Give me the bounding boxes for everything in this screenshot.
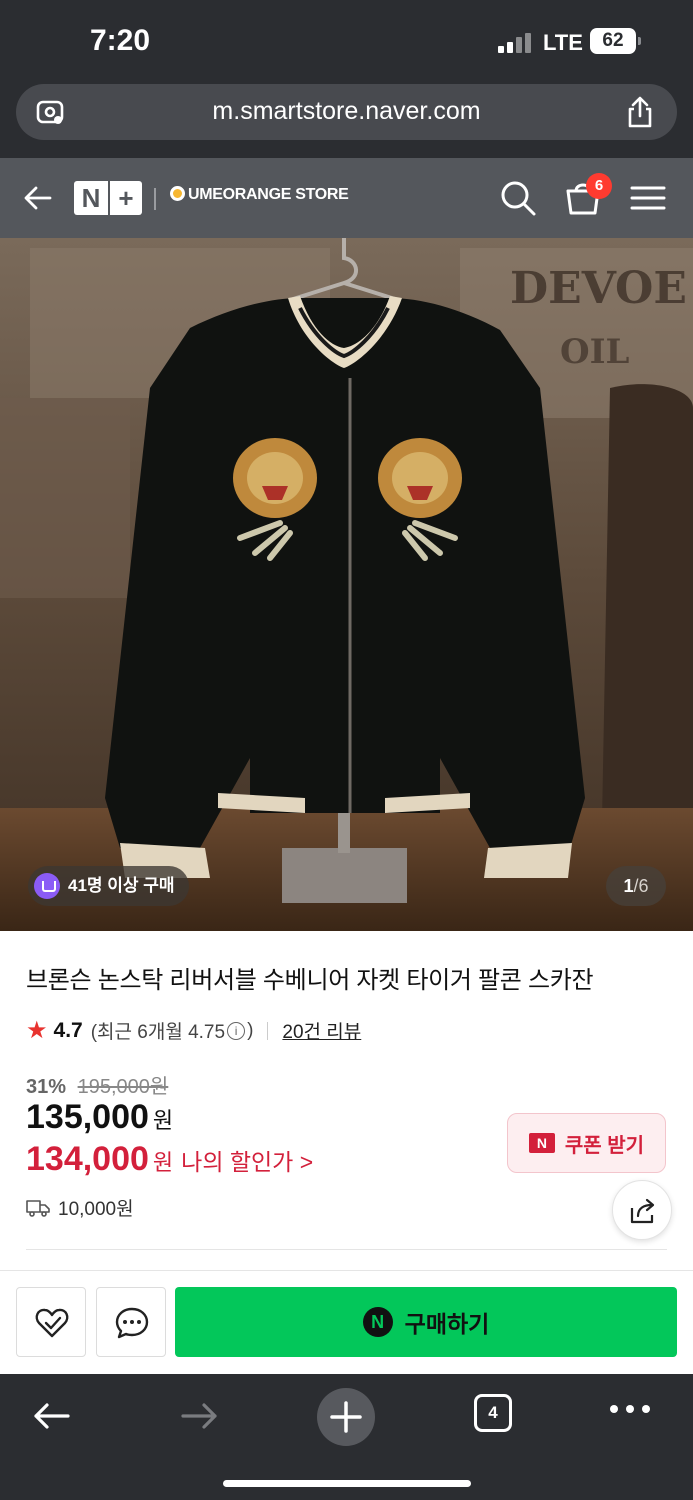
- my-discount-price[interactable]: 134,000 원 나의 할인가 >: [26, 1140, 313, 1179]
- rating-row: ★ 4.7 (최근 6개월 4.75 i ) 20건 리뷰: [26, 1016, 361, 1045]
- jacket-photo: DEVOE OIL: [0, 238, 693, 931]
- share-icon: [630, 1198, 655, 1224]
- store-header: N + UMEORANGE STORE: [0, 158, 693, 238]
- buy-bar-divider: [0, 1270, 693, 1271]
- discount-percent: 31%: [26, 1076, 67, 1098]
- naver-plus-logo[interactable]: N +: [74, 181, 142, 215]
- heart-icon: [35, 1308, 69, 1338]
- address-bar[interactable]: m.smartstore.naver.com: [16, 84, 677, 140]
- pager-current: 1: [623, 876, 634, 896]
- coupon-button[interactable]: N 쿠폰 받기: [507, 1113, 666, 1173]
- store-logo[interactable]: UMEORANGE STORE: [170, 186, 349, 204]
- wishlist-button[interactable]: [16, 1287, 86, 1357]
- tabs-button[interactable]: 4: [474, 1394, 512, 1432]
- network-type: LTE: [543, 30, 583, 55]
- my-price-label: 나의 할인가 >: [181, 1149, 314, 1175]
- naver-pay-icon: N: [362, 1307, 393, 1337]
- review-count-link[interactable]: 20건 리뷰: [282, 1017, 361, 1044]
- cart-count-badge: 6: [586, 173, 612, 199]
- forward-arrow-icon[interactable]: [177, 1394, 221, 1438]
- info-icon[interactable]: i: [227, 1021, 246, 1040]
- browser-bottom-bar: 4: [0, 1374, 693, 1500]
- recent-rating: (최근 6개월 4.75: [90, 1022, 226, 1043]
- new-tab-button[interactable]: [317, 1388, 375, 1446]
- shipping-fee: 10,000원: [58, 1199, 134, 1220]
- rating-score: 4.7: [53, 1018, 83, 1042]
- svg-text:OIL: OIL: [560, 332, 630, 372]
- svg-text:DEVOE: DEVOE: [510, 263, 687, 314]
- home-indicator: [223, 1480, 471, 1487]
- my-price-value: 134,000: [26, 1140, 149, 1178]
- battery-icon: 62: [590, 28, 641, 54]
- naver-plus-sign: +: [108, 181, 142, 215]
- rating-divider: [267, 1021, 269, 1040]
- discount-row: 31% 195,000원: [26, 1070, 168, 1099]
- bag-icon: [34, 873, 60, 899]
- more-icon[interactable]: [610, 1402, 650, 1418]
- plus-icon: [330, 1401, 362, 1433]
- search-icon[interactable]: [498, 178, 538, 218]
- purchase-count-badge: 41명 이상 구매: [28, 866, 189, 906]
- store-name: UMEORANGE STORE: [188, 186, 349, 203]
- browser-toolbar: m.smartstore.naver.com: [0, 84, 693, 158]
- purchase-count-label: 41명 이상 구매: [68, 876, 175, 895]
- image-pager: 1/6: [606, 866, 666, 906]
- product-image[interactable]: DEVOE OIL: [0, 238, 693, 931]
- coupon-label: 쿠폰 받기: [564, 1134, 645, 1157]
- back-arrow-icon[interactable]: [22, 182, 54, 214]
- pager-total: 6: [638, 876, 649, 896]
- truck-icon: [26, 1199, 50, 1217]
- shipping-info: 10,000원: [26, 1194, 134, 1221]
- status-time: 7:20: [90, 24, 151, 57]
- naver-n-badge: N: [528, 1133, 555, 1153]
- url-text[interactable]: m.smartstore.naver.com: [16, 97, 677, 126]
- buy-label: 구매하기: [404, 1311, 490, 1337]
- original-price: 195,000원: [77, 1076, 169, 1098]
- sale-price: 135,000 원: [26, 1098, 173, 1137]
- naver-n-letter: N: [81, 183, 101, 213]
- my-price-unit: 원: [152, 1150, 174, 1175]
- status-bar: 7:20 LTE 62: [0, 0, 693, 84]
- page-share-icon[interactable]: [625, 95, 655, 129]
- recent-rating-close: ): [247, 1019, 254, 1041]
- share-button[interactable]: [612, 1180, 672, 1240]
- chat-icon: [115, 1307, 149, 1339]
- sale-price-unit: 원: [152, 1108, 174, 1133]
- product-title: 브론슨 논스탁 리버서블 수베니어 자켓 타이거 팔콘 스카잔: [26, 967, 594, 994]
- back-arrow-icon[interactable]: [30, 1394, 74, 1438]
- orange-icon: [170, 186, 185, 201]
- talk-button[interactable]: [96, 1287, 166, 1357]
- star-icon: ★: [26, 1017, 48, 1044]
- buy-button[interactable]: N 구매하기: [175, 1287, 677, 1357]
- section-divider: [26, 1249, 667, 1250]
- signal-icon: [498, 33, 536, 53]
- sale-price-value: 135,000: [26, 1098, 149, 1136]
- menu-icon[interactable]: [628, 178, 668, 218]
- header-divider: [154, 188, 156, 210]
